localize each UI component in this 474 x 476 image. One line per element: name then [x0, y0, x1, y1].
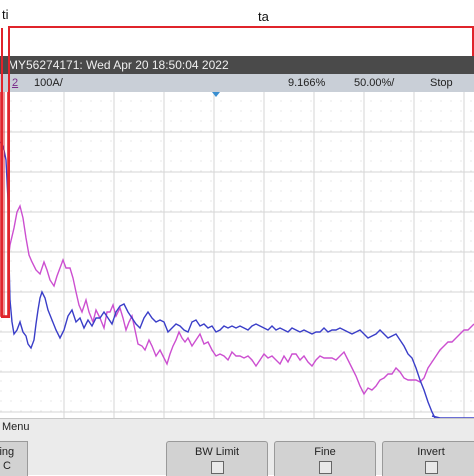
invert-checkbox[interactable] — [424, 461, 438, 474]
annotation-area: ti ta — [0, 0, 474, 62]
menu-label: Menu — [2, 421, 30, 433]
fine-button[interactable]: Fine — [274, 441, 376, 476]
invert-label: Invert — [417, 446, 445, 458]
channel-status-bar: 2 100A/ 9.166% 50.00%/ Stop — [0, 74, 474, 92]
measurement-value: 9.166% — [288, 77, 326, 89]
softkey-menu: Menu ling C BW Limit Fine Invert — [0, 418, 474, 476]
channel-scale: 100A/ — [34, 77, 63, 89]
bw-limit-checkbox[interactable] — [210, 461, 224, 474]
grid-dots — [0, 92, 474, 418]
softkey-coupling[interactable]: ling C — [0, 441, 28, 476]
coupling-value: C — [3, 460, 11, 472]
fine-checkbox[interactable] — [318, 461, 332, 474]
channel-number: 2 — [12, 77, 19, 89]
bw-limit-label: BW Limit — [195, 446, 239, 458]
device-timestamp: MY56274171: Wed Apr 20 18:50:04 2022 — [8, 58, 229, 72]
run-state: Stop — [430, 77, 453, 89]
trigger-level: 50.00%/ — [354, 77, 395, 89]
fine-label: Fine — [314, 446, 336, 458]
ti-label: ti — [2, 7, 9, 22]
ta-duration-line — [8, 26, 474, 28]
bw-limit-button[interactable]: BW Limit — [166, 441, 268, 476]
waveform-svg — [0, 27, 474, 421]
ta-label: ta — [258, 9, 269, 24]
waveform-display — [0, 27, 474, 421]
ti-right-boundary — [8, 28, 10, 318]
scope-title-bar: MY56274171: Wed Apr 20 18:50:04 2022 — [0, 56, 474, 74]
invert-button[interactable]: Invert — [382, 441, 474, 476]
ti-left-boundary — [1, 28, 3, 318]
coupling-label: ling — [0, 446, 15, 458]
ti-bottom-boundary — [1, 316, 10, 318]
